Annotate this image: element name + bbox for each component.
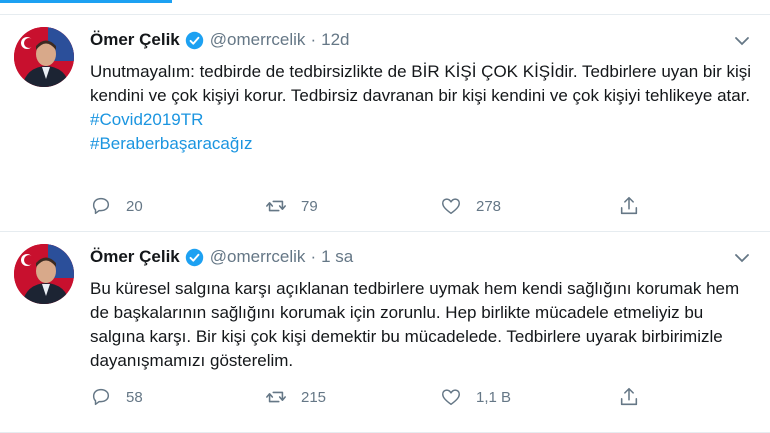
reply-button[interactable]: 58 xyxy=(90,386,143,408)
like-count: 1,1 B xyxy=(476,388,512,406)
author-handle[interactable]: @omerrcelik xyxy=(210,247,306,267)
retweet-count: 79 xyxy=(301,197,318,215)
tweet-header: Ömer Çelik @omerrcelik · 1 sa xyxy=(90,246,353,268)
tweet-header: Ömer Çelik @omerrcelik · 12d xyxy=(90,29,349,51)
active-tab-indicator xyxy=(0,0,172,3)
tweet-text: Bu küresel salgına karşı açıklanan tedbi… xyxy=(90,279,740,370)
tweet-body: Bu küresel salgına karşı açıklanan tedbi… xyxy=(90,277,760,373)
reply-count: 20 xyxy=(126,197,143,215)
chevron-down-icon[interactable] xyxy=(734,33,750,49)
reply-icon xyxy=(92,388,110,406)
chevron-down-icon[interactable] xyxy=(734,250,750,266)
tweet[interactable]: Ömer Çelik @omerrcelik · 12d Unutmayalım… xyxy=(0,15,770,232)
tweet[interactable]: Ömer Çelik @omerrcelik · 1 sa Bu küresel… xyxy=(0,232,770,433)
share-button[interactable] xyxy=(618,195,640,217)
tweet-timestamp[interactable]: 1 sa xyxy=(321,247,353,267)
tweet-actions: 58 215 1,1 B xyxy=(90,386,650,410)
like-button[interactable]: 278 xyxy=(440,195,501,217)
reply-count: 58 xyxy=(126,388,143,406)
retweet-icon xyxy=(266,391,286,403)
retweet-button[interactable]: 215 xyxy=(265,386,326,408)
separator-dot: · xyxy=(310,247,317,266)
like-count: 278 xyxy=(476,197,502,215)
avatar[interactable] xyxy=(14,27,74,87)
share-button[interactable] xyxy=(618,386,640,408)
tweet-body: Unutmayalım: tedbirde de tedbirsizlikte … xyxy=(90,60,760,156)
separator-dot: · xyxy=(310,30,317,49)
tweet-text: Unutmayalım: tedbirde de tedbirsizlikte … xyxy=(90,62,752,105)
hashtag-link[interactable]: #Beraberbaşaracağız xyxy=(90,132,760,156)
share-icon xyxy=(620,196,638,215)
like-button[interactable]: 1,1 B xyxy=(440,386,511,408)
avatar[interactable] xyxy=(14,244,74,304)
verified-badge-icon xyxy=(185,31,203,49)
retweet-button[interactable]: 79 xyxy=(265,195,318,217)
retweet-count: 215 xyxy=(301,388,327,406)
author-name[interactable]: Ömer Çelik xyxy=(90,30,180,50)
author-name[interactable]: Ömer Çelik xyxy=(90,247,180,267)
tweet-actions: 20 79 278 xyxy=(90,195,650,219)
reply-button[interactable]: 20 xyxy=(90,195,143,217)
verified-badge-icon xyxy=(185,248,203,266)
author-handle[interactable]: @omerrcelik xyxy=(210,30,306,50)
retweet-icon xyxy=(266,200,286,212)
heart-icon xyxy=(442,389,460,406)
heart-icon xyxy=(442,198,460,215)
share-icon xyxy=(620,387,638,406)
reply-icon xyxy=(92,197,110,215)
tweet-timestamp[interactable]: 12d xyxy=(321,30,349,50)
hashtag-link[interactable]: #Covid2019TR xyxy=(90,108,760,132)
